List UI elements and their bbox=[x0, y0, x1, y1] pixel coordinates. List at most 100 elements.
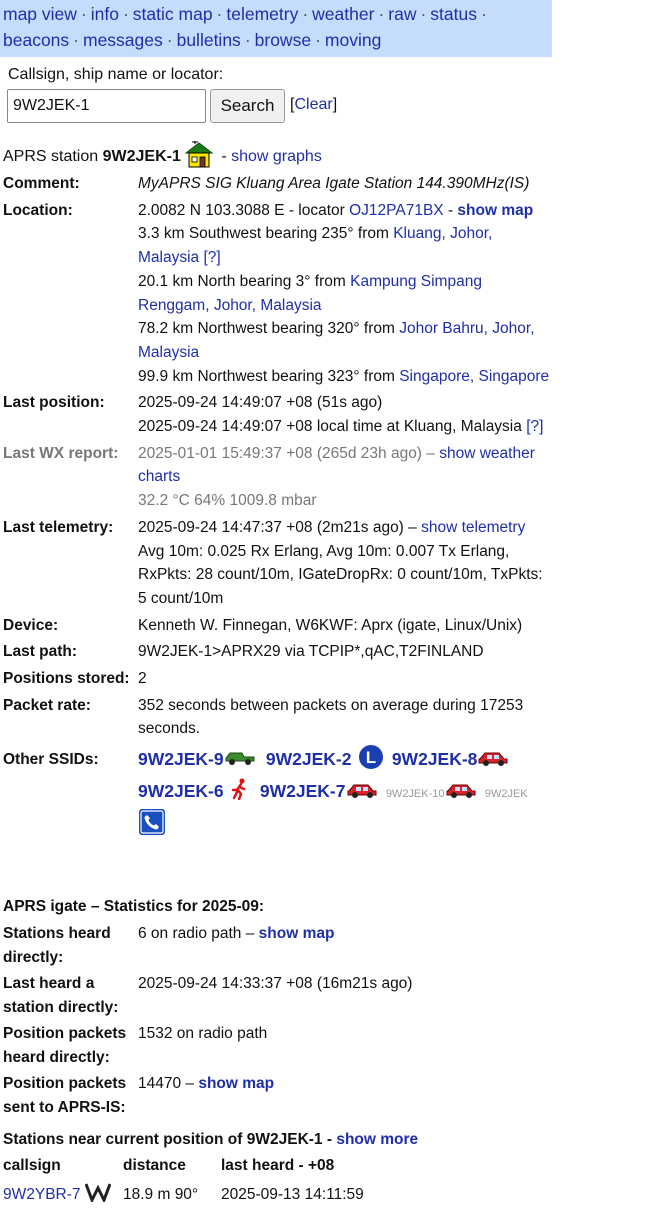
clear-link[interactable]: Clear bbox=[294, 96, 332, 113]
station-callsign: 9W2JEK-1 bbox=[102, 148, 181, 165]
last-telemetry-value: 2025-09-24 14:47:37 +08 (2m21s ago) – sh… bbox=[138, 518, 543, 607]
nav-raw[interactable]: raw bbox=[388, 4, 416, 24]
nav-moving[interactable]: moving bbox=[325, 30, 381, 50]
help-link[interactable]: [?] bbox=[203, 249, 220, 266]
position-heard-value: 1532 on radio path bbox=[138, 1025, 268, 1042]
ssid-link[interactable]: 9W2JEK-10 bbox=[386, 788, 445, 800]
ssid-link[interactable]: 9W2JEK bbox=[485, 788, 528, 800]
car-icon bbox=[346, 779, 378, 807]
nav-map-view[interactable]: map view bbox=[3, 4, 77, 24]
last-position-row: Last position: 2025-09-24 14:49:07 +08 (… bbox=[3, 391, 551, 441]
ssid-link[interactable]: 9W2JEK-8 bbox=[392, 749, 478, 769]
last-heard-label: Last heard a station directly: bbox=[3, 975, 119, 1016]
position-sent-label: Position packets sent to APRS-IS: bbox=[3, 1075, 127, 1116]
nav-static-map[interactable]: static map bbox=[133, 4, 213, 24]
nav-info[interactable]: info bbox=[91, 4, 119, 24]
nav-separator: · bbox=[122, 4, 129, 24]
position-sent-value: 14470 – show map bbox=[138, 1075, 275, 1092]
nav-separator: · bbox=[302, 4, 309, 24]
nav-separator: · bbox=[315, 30, 321, 50]
clear-link-wrap: [Clear] bbox=[290, 96, 338, 113]
search-label: Callsign, ship name or locator: bbox=[8, 66, 224, 83]
nav-separator: · bbox=[80, 4, 87, 24]
col-callsign: callsign bbox=[3, 1157, 61, 1174]
location-value: 2.0082 N 103.3088 E - locator OJ12PA71BX… bbox=[138, 201, 550, 385]
last-path-value: 9W2JEK-1>APRX29 via TCPIP*,qAC,T2FINLAND bbox=[138, 643, 484, 661]
positions-value: 2 bbox=[138, 670, 147, 688]
comment-row: Comment: MyAPRS SIG Kluang Area Igate St… bbox=[3, 172, 551, 199]
last-telemetry-row: Last telemetry: 2025-09-24 14:47:37 +08 … bbox=[3, 516, 551, 614]
col-distance: distance bbox=[123, 1157, 186, 1174]
nav-separator: · bbox=[73, 30, 79, 50]
last-position-value: 2025-09-24 14:49:07 +08 (51s ago) 2025-0… bbox=[138, 394, 544, 436]
show-more-link[interactable]: show more bbox=[336, 1131, 418, 1148]
nearby-stations-title: Stations near current position of 9W2JEK… bbox=[3, 1131, 419, 1148]
last-telemetry-label: Last telemetry: bbox=[3, 518, 114, 536]
last-heard-value: 2025-09-24 14:33:37 +08 (16m21s ago) bbox=[138, 975, 413, 992]
station-dash: - bbox=[221, 148, 227, 165]
other-ssids-label: Other SSIDs: bbox=[3, 751, 99, 769]
comment-label: Comment: bbox=[3, 175, 80, 192]
nav-bulletins[interactable]: bulletins bbox=[177, 30, 241, 50]
house-icon bbox=[184, 141, 214, 169]
running-person-icon bbox=[230, 778, 250, 808]
nearby-last-heard: 2025-09-13 14:11:59 bbox=[221, 1186, 364, 1203]
other-ssids-value: 9W2JEK-9 9W2JEK-2 L 9W2JEK-8 9W2JEK-6 9W2… bbox=[138, 744, 551, 843]
col-last-heard: last heard - +08 bbox=[221, 1157, 335, 1174]
search-input[interactable] bbox=[7, 89, 206, 123]
nearby-stations-table: callsign distance last heard - +08 9W2YB… bbox=[3, 1156, 374, 1208]
igate-stats-title: APRS igate – Statistics for 2025-09: bbox=[3, 898, 265, 915]
last-wx-label: Last WX report: bbox=[3, 444, 119, 462]
nav-separator: · bbox=[166, 30, 173, 50]
locator-link[interactable]: OJ12PA71BX bbox=[349, 202, 444, 219]
ssid-link[interactable]: 9W2JEK-6 bbox=[138, 781, 224, 801]
help-link[interactable]: [?] bbox=[526, 418, 543, 435]
last-heard-row: Last heard a station directly: 2025-09-2… bbox=[3, 972, 551, 1022]
near-place-link[interactable]: Singapore, Singapore bbox=[399, 368, 549, 385]
location-row: Location: 2.0082 N 103.3088 E - locator … bbox=[3, 199, 551, 392]
nearby-callsign[interactable]: 9W2YBR-7 bbox=[3, 1182, 123, 1208]
nav-beacons[interactable]: beacons bbox=[3, 30, 69, 50]
show-telemetry-link[interactable]: show telemetry bbox=[421, 519, 525, 536]
show-map-link[interactable]: show map bbox=[198, 1075, 274, 1092]
ssid-link[interactable]: 9W2JEK-7 bbox=[260, 781, 346, 801]
comment-value: MyAPRS SIG Kluang Area Igate Station 144… bbox=[138, 175, 530, 192]
show-map-link[interactable]: show map bbox=[457, 202, 533, 219]
last-position-label: Last position: bbox=[3, 394, 105, 412]
nav-weather[interactable]: weather bbox=[312, 4, 374, 24]
position-heard-row: Position packets heard directly: 1532 on… bbox=[3, 1022, 551, 1072]
l-circle-icon: L bbox=[358, 744, 384, 778]
station-prefix: APRS station bbox=[3, 148, 99, 165]
nav-separator: · bbox=[378, 4, 385, 24]
nav-separator: · bbox=[216, 4, 223, 24]
ssid-link[interactable]: 9W2JEK-2 bbox=[266, 749, 352, 769]
phone-icon bbox=[138, 808, 166, 844]
packet-rate-label: Packet rate: bbox=[3, 696, 91, 714]
position-heard-label: Position packets heard directly: bbox=[3, 1025, 127, 1066]
positions-label: Positions stored: bbox=[3, 670, 130, 688]
ssid-link[interactable]: 9W2JEK-9 bbox=[138, 749, 224, 769]
nav-browse[interactable]: browse bbox=[255, 30, 311, 50]
jeep-icon bbox=[224, 748, 256, 774]
last-wx-value: 2025-01-01 15:49:37 +08 (265d 23h ago) –… bbox=[138, 444, 535, 510]
station-title: APRS station 9W2JEK-1 - show graphs bbox=[3, 141, 322, 169]
device-label: Device: bbox=[3, 616, 59, 634]
table-header-row: callsign distance last heard - +08 bbox=[3, 1156, 374, 1182]
nav-messages[interactable]: messages bbox=[83, 30, 163, 50]
device-value: Kenneth W. Finnegan, W6KWF: Aprx (igate,… bbox=[138, 616, 523, 634]
nav-separator: · bbox=[420, 4, 427, 24]
table-row[interactable]: 9W2YBR-7 18.9 m 90° 2025-09-13 14:11:59 bbox=[3, 1182, 374, 1208]
packet-rate-row: Packet rate: 352 seconds between packets… bbox=[3, 694, 551, 744]
location-label: Location: bbox=[3, 201, 73, 219]
last-path-row: Last path: 9W2JEK-1>APRX29 via TCPIP*,qA… bbox=[3, 640, 551, 667]
last-path-label: Last path: bbox=[3, 643, 78, 661]
nav-separator: · bbox=[244, 30, 251, 50]
nav-telemetry[interactable]: telemetry bbox=[226, 4, 298, 24]
search-button[interactable]: Search bbox=[210, 89, 285, 123]
position-sent-row: Position packets sent to APRS-IS: 14470 … bbox=[3, 1072, 551, 1122]
stations-heard-value: 6 on radio path – show map bbox=[138, 925, 335, 942]
igate-stats-table: Stations heard directly: 6 on radio path… bbox=[3, 922, 551, 1122]
show-map-link[interactable]: show map bbox=[259, 925, 335, 942]
nav-status[interactable]: status bbox=[430, 4, 477, 24]
show-graphs-link[interactable]: show graphs bbox=[231, 148, 322, 165]
